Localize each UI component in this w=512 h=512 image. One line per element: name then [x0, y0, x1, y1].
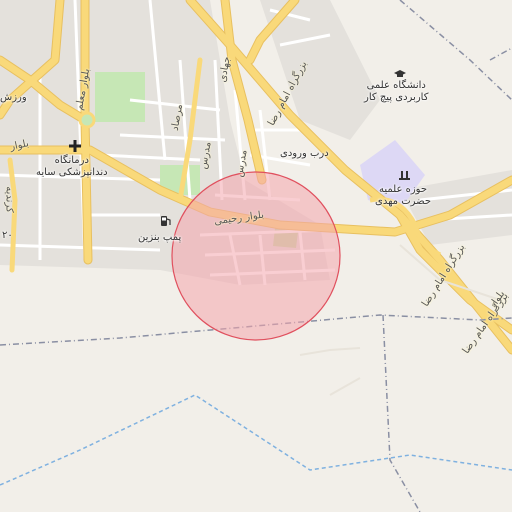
clinic-label[interactable]: درمانگاه دندانپزشکی سایه — [36, 155, 108, 179]
hospital-cross-icon[interactable] — [69, 140, 81, 154]
mosque-icon[interactable] — [399, 169, 411, 183]
fuel-pump-icon[interactable] — [160, 215, 172, 229]
roundabout — [78, 111, 96, 129]
map-base-layer — [0, 0, 512, 512]
gas-station-label[interactable]: پمپ بنزین — [138, 232, 181, 243]
seminary-label[interactable]: حوزه علمیه حضرت مهدی — [375, 184, 431, 208]
university-label[interactable]: دانشگاه علمی کاربردی پیچ کار — [364, 80, 428, 104]
park-area — [95, 72, 145, 122]
entrance-label[interactable]: درب ورودی — [280, 148, 329, 159]
road-label-karimi: کرندیه — [3, 186, 15, 213]
map-view[interactable]: دانشگاه علمی کاربردی پیچ کار حوزه علمیه … — [0, 0, 512, 512]
partial-place-label: ورزش — [0, 92, 27, 103]
search-radius-circle — [171, 171, 341, 341]
partial-number-label: ۲۰ — [2, 230, 13, 241]
